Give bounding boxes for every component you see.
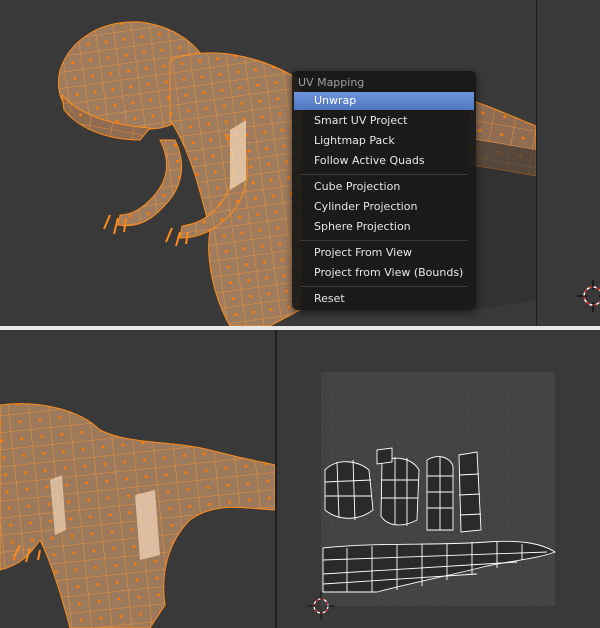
3d-viewport-top[interactable]: UV Mapping Unwrap Smart UV Project Light… bbox=[0, 0, 536, 326]
menu-separator bbox=[300, 174, 468, 175]
3d-viewport-right[interactable] bbox=[537, 0, 600, 326]
menu-item-sphere-projection[interactable]: Sphere Projection bbox=[294, 218, 474, 236]
menu-item-unwrap[interactable]: Unwrap bbox=[294, 92, 474, 110]
menu-item-cylinder-projection[interactable]: Cylinder Projection bbox=[294, 198, 474, 216]
dinosaur-mesh-bottom bbox=[0, 403, 275, 628]
menu-title: UV Mapping bbox=[298, 76, 365, 89]
menu-separator bbox=[300, 286, 468, 287]
menu-item-cube-projection[interactable]: Cube Projection bbox=[294, 178, 474, 196]
menu-item-lightmap-pack[interactable]: Lightmap Pack bbox=[294, 132, 474, 150]
uv-editor[interactable] bbox=[277, 330, 600, 628]
3d-cursor-icon bbox=[577, 280, 600, 312]
menu-item-smart-uv-project[interactable]: Smart UV Project bbox=[294, 112, 474, 130]
menu-item-follow-active-quads[interactable]: Follow Active Quads bbox=[294, 152, 474, 170]
menu-item-project-from-view[interactable]: Project From View bbox=[294, 244, 474, 262]
uv-mapping-menu: UV Mapping Unwrap Smart UV Project Light… bbox=[292, 71, 476, 310]
menu-separator bbox=[300, 240, 468, 241]
menu-item-project-from-view-bounds[interactable]: Project from View (Bounds) bbox=[294, 264, 474, 282]
menu-item-reset[interactable]: Reset bbox=[294, 290, 474, 308]
3d-viewport-bottom[interactable] bbox=[0, 330, 275, 628]
